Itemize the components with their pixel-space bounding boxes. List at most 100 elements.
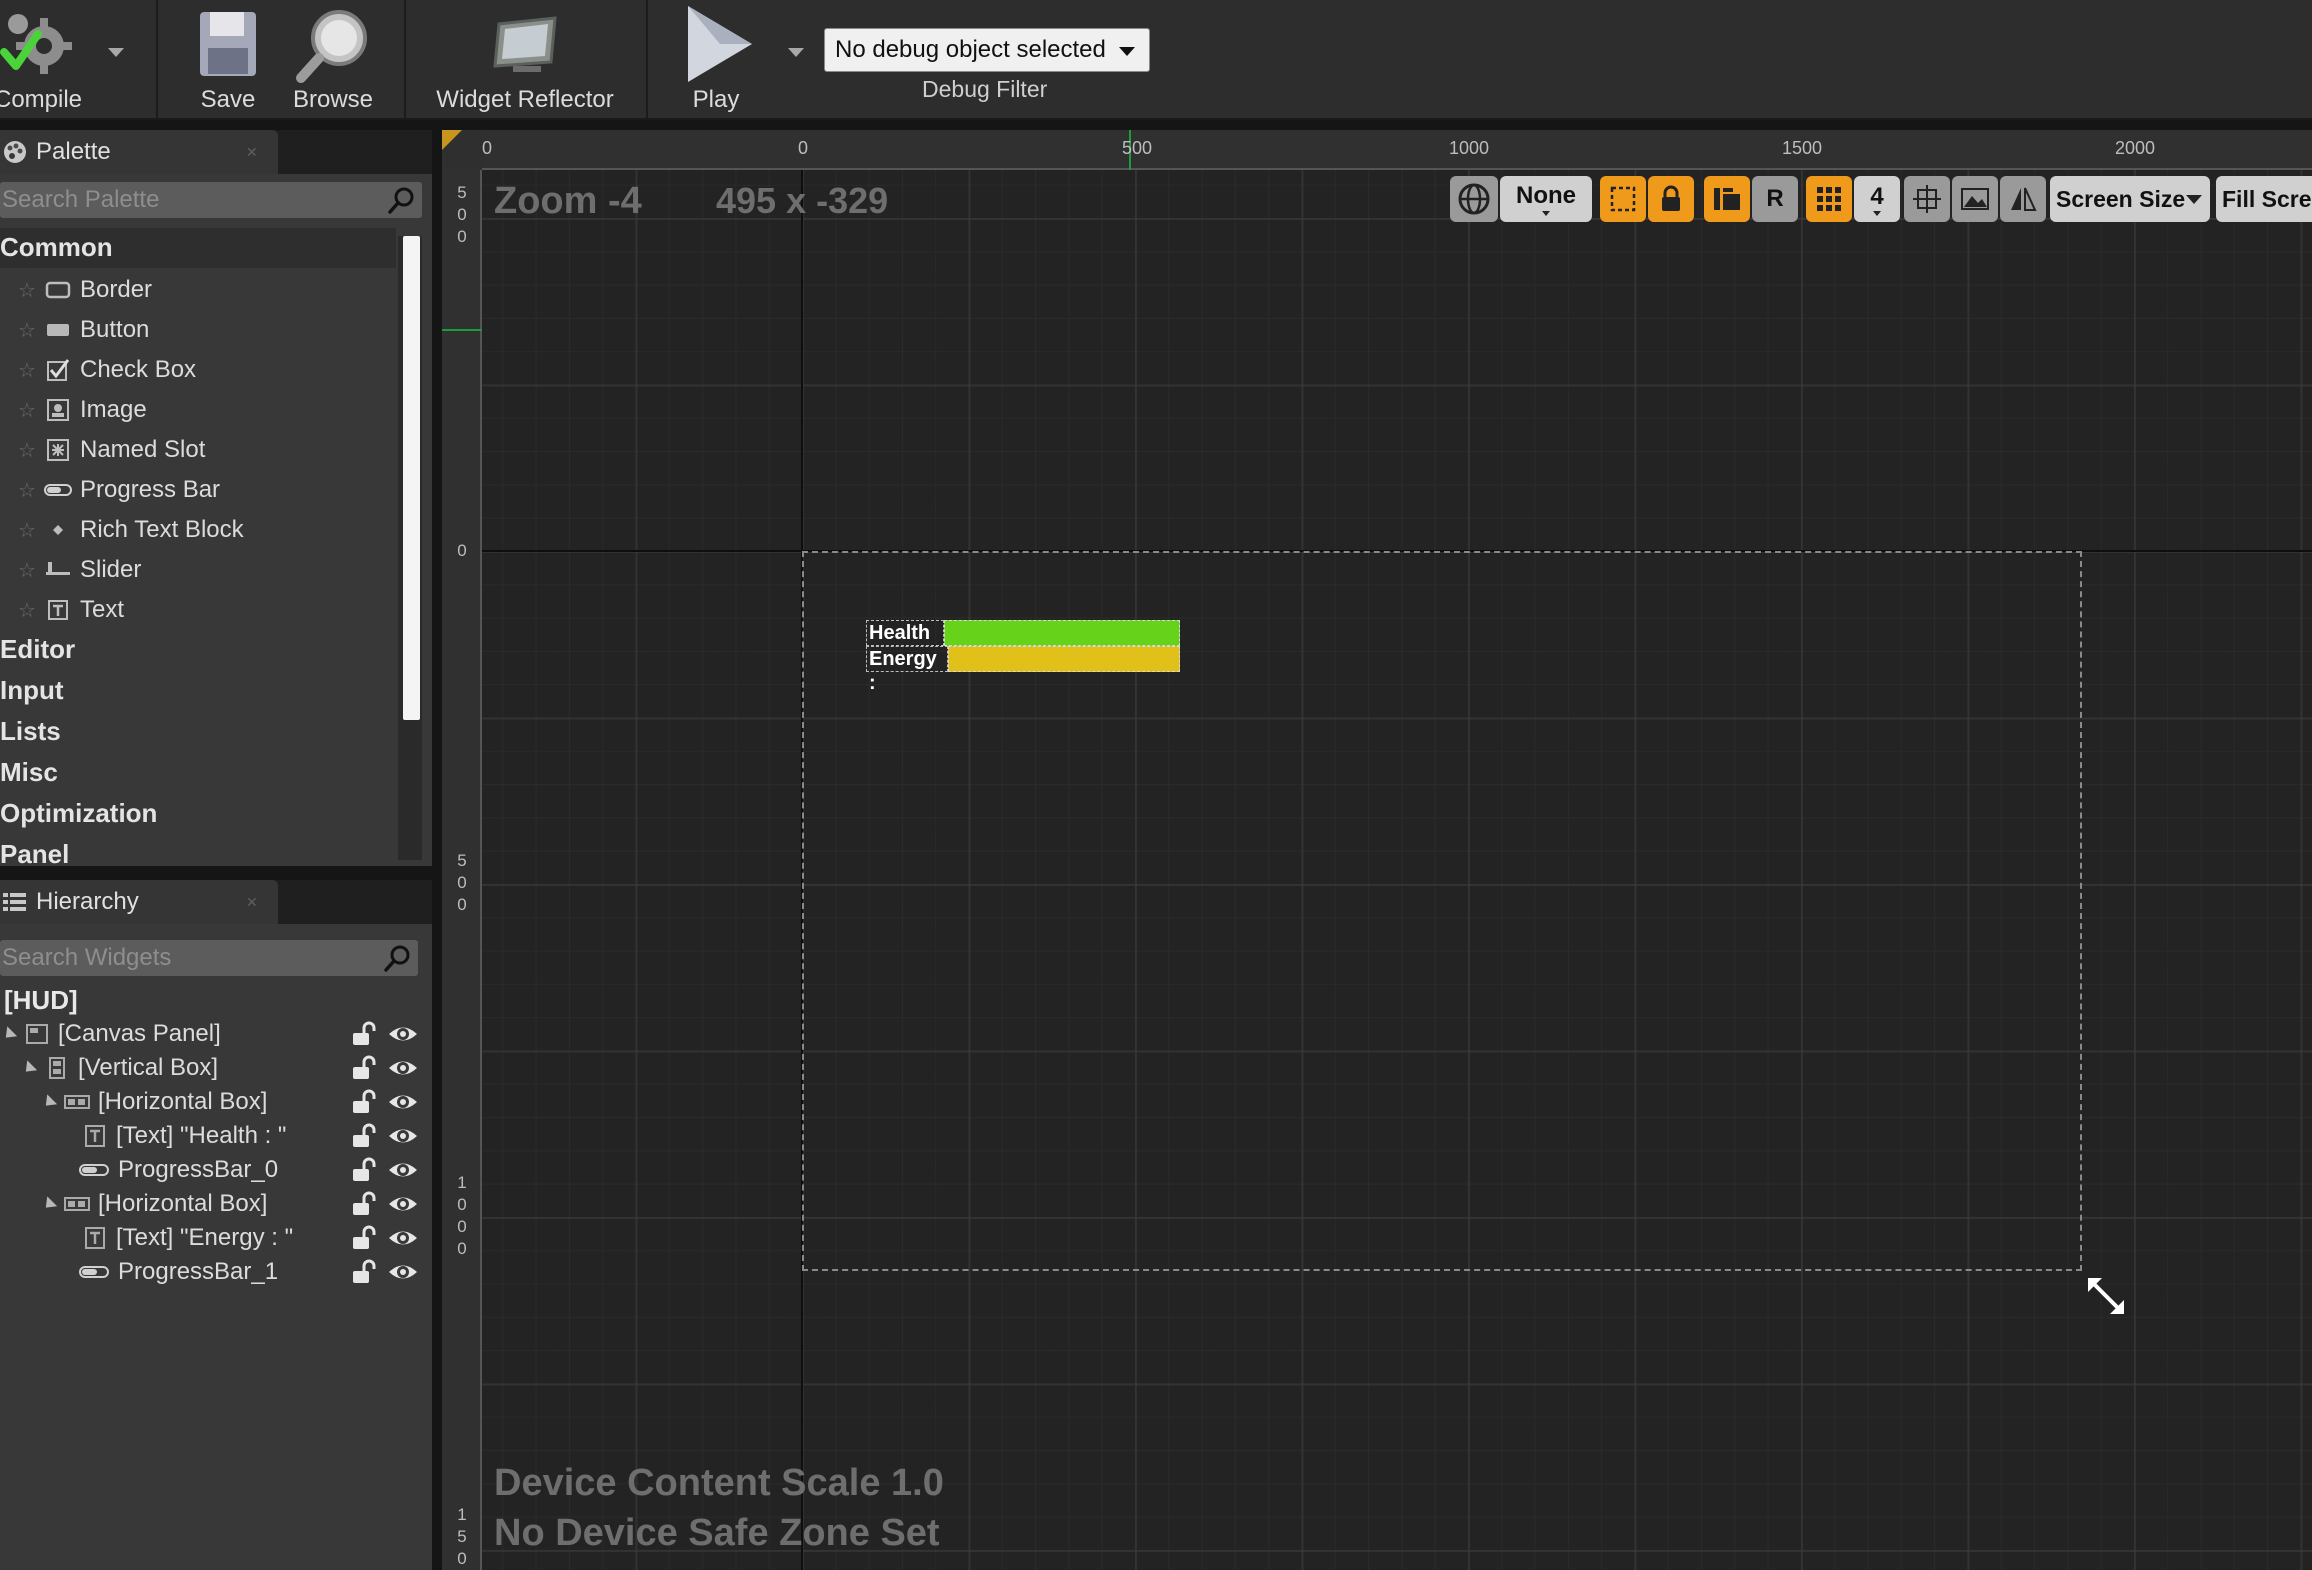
energy-progress-bar[interactable] (948, 646, 1180, 672)
hierarchy-search-box (0, 940, 418, 976)
hierarchy-item-text-energy[interactable]: [Text] "Energy : " (82, 1221, 293, 1255)
palette-category-panel[interactable]: Panel (0, 835, 396, 865)
screen-size-dropdown[interactable]: Screen Size (2050, 176, 2210, 222)
world-space-button[interactable] (1450, 176, 1498, 222)
unlock-icon[interactable] (350, 1054, 378, 1082)
eye-icon[interactable] (388, 1156, 418, 1184)
eye-icon[interactable] (388, 1224, 418, 1252)
widget-reflector-button[interactable]: Widget Reflector (432, 0, 618, 120)
palette-item-named-slot[interactable]: ☆ Named Slot (0, 430, 396, 470)
lock-toggle-button[interactable] (1648, 176, 1694, 222)
grid-snap-button[interactable] (1806, 176, 1852, 222)
expand-arrow-icon[interactable] (20, 1059, 38, 1077)
device-content-scale-label: Device Content Scale 1.0 (494, 1462, 944, 1504)
unlock-icon[interactable] (350, 1190, 378, 1218)
eye-icon[interactable] (388, 1088, 418, 1116)
hierarchy-item-label: ProgressBar_1 (118, 1258, 279, 1285)
hierarchy-tabbar: Hierarchy ✕ (0, 880, 432, 924)
transform-mode-button[interactable] (1704, 176, 1750, 222)
play-button[interactable]: Play (672, 0, 760, 120)
star-icon[interactable]: ☆ (18, 438, 40, 463)
flip-button[interactable] (2000, 176, 2046, 222)
grid-size-dropdown[interactable]: 4 (1854, 176, 1900, 222)
hierarchy-item-canvas-panel[interactable]: [Canvas Panel] (0, 1017, 221, 1051)
health-progress-bar[interactable] (944, 620, 1180, 646)
close-icon[interactable]: ✕ (246, 895, 258, 909)
palette-item-border[interactable]: ☆ Border (0, 270, 396, 310)
debug-object-select[interactable]: No debug object selected (824, 28, 1150, 72)
star-icon[interactable]: ☆ (18, 478, 40, 503)
hierarchy-root[interactable]: [HUD] (4, 983, 78, 1017)
health-row[interactable]: Health : (866, 620, 1180, 668)
browse-button[interactable]: Browse (288, 0, 378, 120)
star-icon[interactable]: ☆ (18, 358, 40, 383)
hierarchy-search-input[interactable] (0, 940, 380, 976)
health-label[interactable]: Health : (866, 620, 944, 668)
unlock-icon[interactable] (350, 1088, 378, 1116)
palette-category-misc[interactable]: Misc (0, 753, 396, 793)
star-icon[interactable]: ☆ (18, 518, 40, 543)
unlock-icon[interactable] (350, 1224, 378, 1252)
unlock-icon[interactable] (350, 1156, 378, 1184)
star-icon[interactable]: ☆ (18, 398, 40, 423)
palette-category-common[interactable]: Common (0, 228, 396, 268)
star-icon[interactable]: ☆ (18, 278, 40, 303)
expand-arrow-icon[interactable] (40, 1195, 58, 1213)
none-dropdown[interactable]: None (1500, 176, 1592, 222)
palette-category-input[interactable]: Input (0, 671, 396, 711)
hierarchy-item-progressbar-1[interactable]: ProgressBar_1 (78, 1255, 278, 1289)
hierarchy-item-text-health[interactable]: [Text] "Health : " (82, 1119, 286, 1153)
palette-category-editor[interactable]: Editor (0, 630, 396, 670)
palette-item-label: Rich Text Block (80, 516, 244, 543)
hierarchy-item-horizontal-box[interactable]: [Horizontal Box] (40, 1085, 267, 1119)
close-icon[interactable]: ✕ (246, 145, 258, 159)
tab-palette[interactable]: Palette ✕ (0, 130, 278, 174)
compile-button[interactable]: Compile (0, 0, 82, 120)
eye-icon[interactable] (388, 1054, 418, 1082)
zoom-to-fit-button[interactable] (1904, 176, 1950, 222)
save-button[interactable]: Save (188, 0, 268, 120)
star-icon[interactable]: ☆ (18, 318, 40, 343)
palette-category-lists[interactable]: Lists (0, 712, 396, 752)
star-icon[interactable]: ☆ (18, 558, 40, 583)
eye-icon[interactable] (388, 1122, 418, 1150)
tab-hierarchy[interactable]: Hierarchy ✕ (0, 880, 278, 924)
ruler-digit: 0 (457, 1239, 467, 1258)
hierarchy-item-progressbar-0[interactable]: ProgressBar_0 (78, 1153, 278, 1187)
palette-category-optimization[interactable]: Optimization (0, 794, 396, 834)
resize-handle-icon[interactable] (2086, 1276, 2126, 1316)
hierarchy-item-horizontal-box[interactable]: [Horizontal Box] (40, 1187, 267, 1221)
unlock-icon[interactable] (350, 1020, 378, 1048)
eye-icon[interactable] (388, 1258, 418, 1286)
palette-search-input[interactable] (0, 182, 380, 218)
palette-item-progress-bar[interactable]: ☆ Progress Bar (0, 470, 396, 510)
fill-screen-dropdown[interactable]: Fill Scree (2216, 176, 2312, 222)
palette-item-image[interactable]: ☆ Image (0, 390, 396, 430)
compile-options-arrow[interactable] (108, 48, 124, 57)
hierarchy-root-label: [HUD] (4, 984, 78, 1015)
eye-icon[interactable] (388, 1190, 418, 1218)
energy-row[interactable]: Energy : (866, 646, 1180, 694)
background-toggle-button[interactable] (1952, 176, 1998, 222)
search-icon[interactable] (382, 943, 412, 973)
palette-item-slider[interactable]: ☆ Slider (0, 550, 396, 590)
palette-item-rich-text-block[interactable]: ☆ Rich Text Block (0, 510, 396, 550)
search-icon[interactable] (386, 185, 416, 215)
expand-arrow-icon[interactable] (40, 1093, 58, 1111)
unlock-icon[interactable] (350, 1122, 378, 1150)
palette-item-button[interactable]: ☆ Button (0, 310, 396, 350)
outline-toggle-button[interactable] (1600, 176, 1646, 222)
palette-item-text[interactable]: ☆ Text (0, 590, 396, 630)
eye-icon[interactable] (388, 1020, 418, 1048)
chevron-down-icon (1873, 210, 1881, 216)
palette-scrollbar-thumb[interactable] (403, 236, 420, 720)
hierarchy-item-vertical-box[interactable]: [Vertical Box] (20, 1051, 218, 1085)
unlock-icon[interactable] (350, 1258, 378, 1286)
canvas-panel-icon (26, 1024, 48, 1044)
star-icon[interactable]: ☆ (18, 598, 40, 623)
palette-item-check-box[interactable]: ☆ Check Box (0, 350, 396, 390)
play-options-arrow[interactable] (788, 48, 804, 57)
respect-locks-button[interactable]: R (1752, 176, 1798, 222)
energy-label[interactable]: Energy : (866, 646, 948, 694)
expand-arrow-icon[interactable] (0, 1025, 18, 1043)
